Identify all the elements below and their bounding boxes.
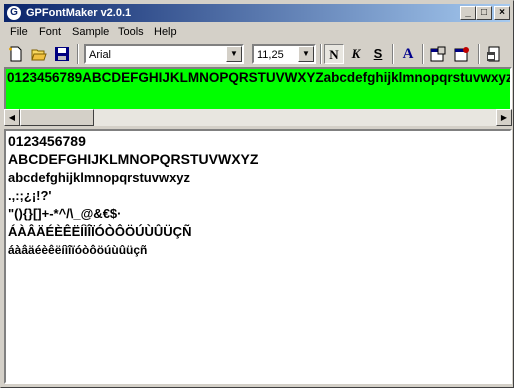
glyph-preview-strip: 0123456789ABCDEFGHIJKLMNOPQRSTUVWXYZabcd… [4, 67, 512, 111]
open-folder-icon[interactable] [29, 44, 49, 64]
font-color-button[interactable]: A [398, 44, 418, 64]
menu-help[interactable]: Help [154, 25, 177, 39]
toolbar-separator [478, 44, 480, 64]
chevron-down-icon[interactable]: ▼ [226, 46, 242, 62]
toolbar: Arial ▼ 11,25 ▼ N K S A [4, 42, 510, 66]
title-bar[interactable]: G GPFontMaker v2.0.1 _ □ × [4, 4, 510, 22]
bold-button[interactable]: N [324, 44, 344, 64]
window-title: GPFontMaker v2.0.1 [26, 7, 132, 19]
sample-line-accented-upper: ÁÀÂÄÉÈÊËÍÌÎÏÓÒÔÖÚÙÛÜÇÑ [8, 224, 192, 239]
scroll-left-icon[interactable]: ◀ [4, 109, 20, 126]
sample-line-digits: 0123456789 [8, 133, 86, 149]
menu-file[interactable]: File [10, 25, 28, 39]
horizontal-scrollbar[interactable]: ◀ ▶ [4, 109, 512, 126]
font-size-value: 11,25 [257, 49, 284, 61]
strike-button[interactable]: S [368, 44, 388, 64]
chevron-down-icon[interactable]: ▼ [298, 46, 314, 62]
settings-icon[interactable] [452, 44, 472, 64]
save-disk-icon[interactable] [52, 44, 72, 64]
minimize-button[interactable]: _ [460, 6, 476, 20]
toolbar-separator [422, 44, 424, 64]
maximize-button[interactable]: □ [476, 6, 492, 20]
sample-line-symbols: "(){}[]+-*^/\_@&€$· [8, 206, 122, 221]
sample-text-area[interactable]: 0123456789 ABCDEFGHIJKLMNOPQRSTUVWXYZ ab… [4, 129, 512, 384]
properties-icon[interactable] [428, 44, 448, 64]
scroll-thumb[interactable] [20, 109, 94, 126]
font-name-value: Arial [89, 49, 112, 61]
toolbar-separator [77, 44, 79, 64]
menu-font[interactable]: Font [39, 25, 61, 39]
scroll-right-icon[interactable]: ▶ [496, 109, 512, 126]
sample-line-uppercase: ABCDEFGHIJKLMNOPQRSTUVWXYZ [8, 151, 259, 167]
menu-bar: File Font Sample Tools Help [4, 23, 510, 41]
new-file-icon[interactable] [6, 44, 26, 64]
font-name-select[interactable]: Arial ▼ [84, 44, 244, 64]
italic-button[interactable]: K [346, 44, 366, 64]
font-size-select[interactable]: 11,25 ▼ [252, 44, 316, 64]
menu-tools[interactable]: Tools [118, 25, 144, 39]
app-icon: G [7, 6, 21, 20]
menu-sample[interactable]: Sample [72, 25, 109, 39]
export-icon[interactable] [484, 44, 504, 64]
toolbar-separator [320, 44, 322, 64]
main-window: G GPFontMaker v2.0.1 _ □ × File Font Sam… [0, 0, 514, 388]
close-button[interactable]: × [494, 6, 510, 20]
preview-text: 0123456789ABCDEFGHIJKLMNOPQRSTUVWXYZabcd… [7, 70, 512, 85]
sample-line-lowercase: abcdefghijklmnopqrstuvwxyz [8, 170, 191, 185]
sample-line-punctuation: .,:;¿¡!?' [8, 188, 52, 203]
sample-line-accented-lower: áàâäéèêëíìîïóòôöúùûüçñ [8, 243, 148, 257]
toolbar-separator [392, 44, 394, 64]
